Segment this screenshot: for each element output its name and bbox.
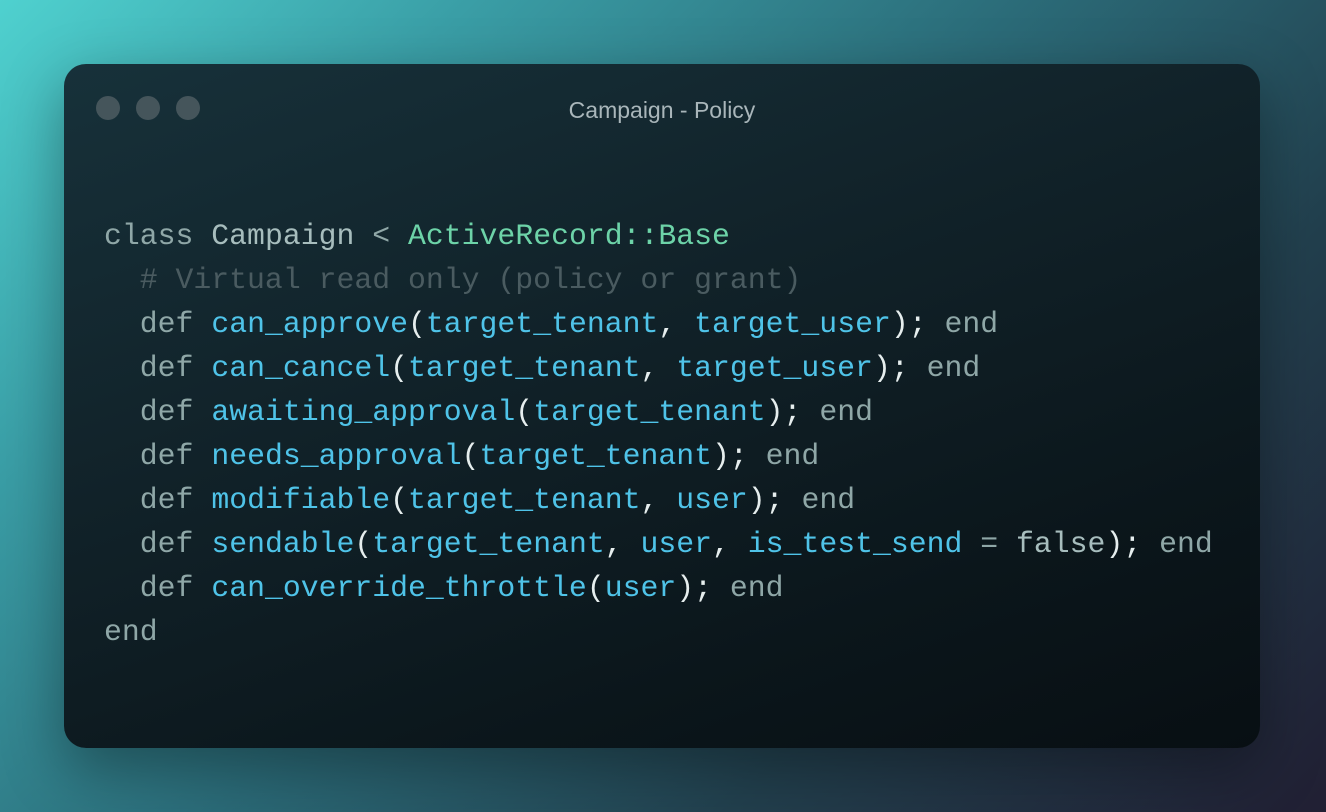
- base-class: ActiveRecord::Base: [408, 219, 730, 253]
- keyword-end: end: [765, 439, 820, 473]
- paren-open: (: [354, 527, 373, 561]
- paren-close: );: [872, 351, 909, 385]
- code-line-2: # Virtual read only (policy or grant): [104, 258, 1213, 302]
- paren-open: (: [390, 351, 409, 385]
- paren-close: );: [765, 395, 802, 429]
- paren-close: );: [890, 307, 927, 341]
- paren-open: (: [408, 307, 426, 341]
- separator: ,: [604, 527, 641, 561]
- keyword-def: def: [139, 527, 194, 561]
- code-line-10: end: [104, 610, 1213, 654]
- keyword-end: end: [944, 307, 999, 341]
- keyword-def: def: [139, 439, 194, 473]
- param: is_test_send: [747, 527, 963, 561]
- method-name: can_cancel: [211, 351, 391, 385]
- paren-close: );: [747, 483, 784, 517]
- keyword-end: end: [729, 571, 784, 605]
- keyword-end: end: [1159, 527, 1213, 561]
- assign-operator: =: [962, 527, 1017, 561]
- code-window: Campaign - Policy class Campaign < Activ…: [64, 64, 1260, 748]
- method-name: can_approve: [211, 307, 409, 341]
- title-bar: Campaign - Policy: [64, 64, 1260, 156]
- method-name: awaiting_approval: [211, 395, 516, 429]
- method-name: sendable: [211, 527, 355, 561]
- code-line-1: class Campaign < ActiveRecord::Base: [104, 214, 1213, 258]
- paren-close: );: [712, 439, 748, 473]
- code-line-6: def needs_approval(target_tenant); end: [104, 434, 1213, 478]
- paren-close: );: [676, 571, 713, 605]
- separator: ,: [658, 307, 695, 341]
- code-line-4: def can_cancel(target_tenant, target_use…: [104, 346, 1213, 390]
- paren-open: (: [586, 571, 605, 605]
- method-name: modifiable: [211, 483, 391, 517]
- paren-open: (: [461, 439, 480, 473]
- inherit-operator: <: [372, 219, 391, 253]
- paren-open: (: [515, 395, 534, 429]
- keyword-end: end: [104, 615, 158, 649]
- keyword-end: end: [801, 483, 856, 517]
- code-line-9: def can_override_throttle(user); end: [104, 566, 1213, 610]
- param: target_user: [676, 351, 873, 385]
- param: target_user: [694, 307, 891, 341]
- param: target_tenant: [533, 395, 766, 429]
- method-name: needs_approval: [211, 439, 462, 473]
- keyword-def: def: [139, 307, 194, 341]
- code-line-5: def awaiting_approval(target_tenant); en…: [104, 390, 1213, 434]
- default-value: false: [1016, 527, 1106, 561]
- separator: ,: [640, 483, 677, 517]
- keyword-def: def: [139, 395, 194, 429]
- code-block: class Campaign < ActiveRecord::Base # Vi…: [104, 214, 1213, 654]
- param: user: [640, 527, 713, 561]
- param: target_tenant: [408, 351, 641, 385]
- keyword-def: def: [139, 571, 194, 605]
- param: target_tenant: [425, 307, 659, 341]
- keyword-def: def: [139, 351, 194, 385]
- paren-open: (: [390, 483, 409, 517]
- code-line-7: def modifiable(target_tenant, user); end: [104, 478, 1213, 522]
- method-name: can_override_throttle: [211, 571, 587, 605]
- param: user: [676, 483, 748, 517]
- separator: ,: [712, 527, 748, 561]
- keyword-end: end: [926, 351, 981, 385]
- code-line-3: def can_approve(target_tenant, target_us…: [104, 302, 1213, 346]
- keyword-end: end: [819, 395, 873, 429]
- param: target_tenant: [479, 439, 713, 473]
- separator: ,: [640, 351, 677, 385]
- code-line-8: def sendable(target_tenant, user, is_tes…: [104, 522, 1213, 566]
- param: target_tenant: [408, 483, 641, 517]
- code-comment: # Virtual read only (policy or grant): [139, 263, 802, 297]
- param: target_tenant: [372, 527, 605, 561]
- window-title: Campaign - Policy: [568, 97, 756, 123]
- param: user: [604, 571, 677, 605]
- class-name: Campaign: [211, 219, 355, 253]
- keyword-def: def: [139, 483, 194, 517]
- keyword-class: class: [104, 219, 194, 253]
- paren-close: );: [1105, 527, 1142, 561]
